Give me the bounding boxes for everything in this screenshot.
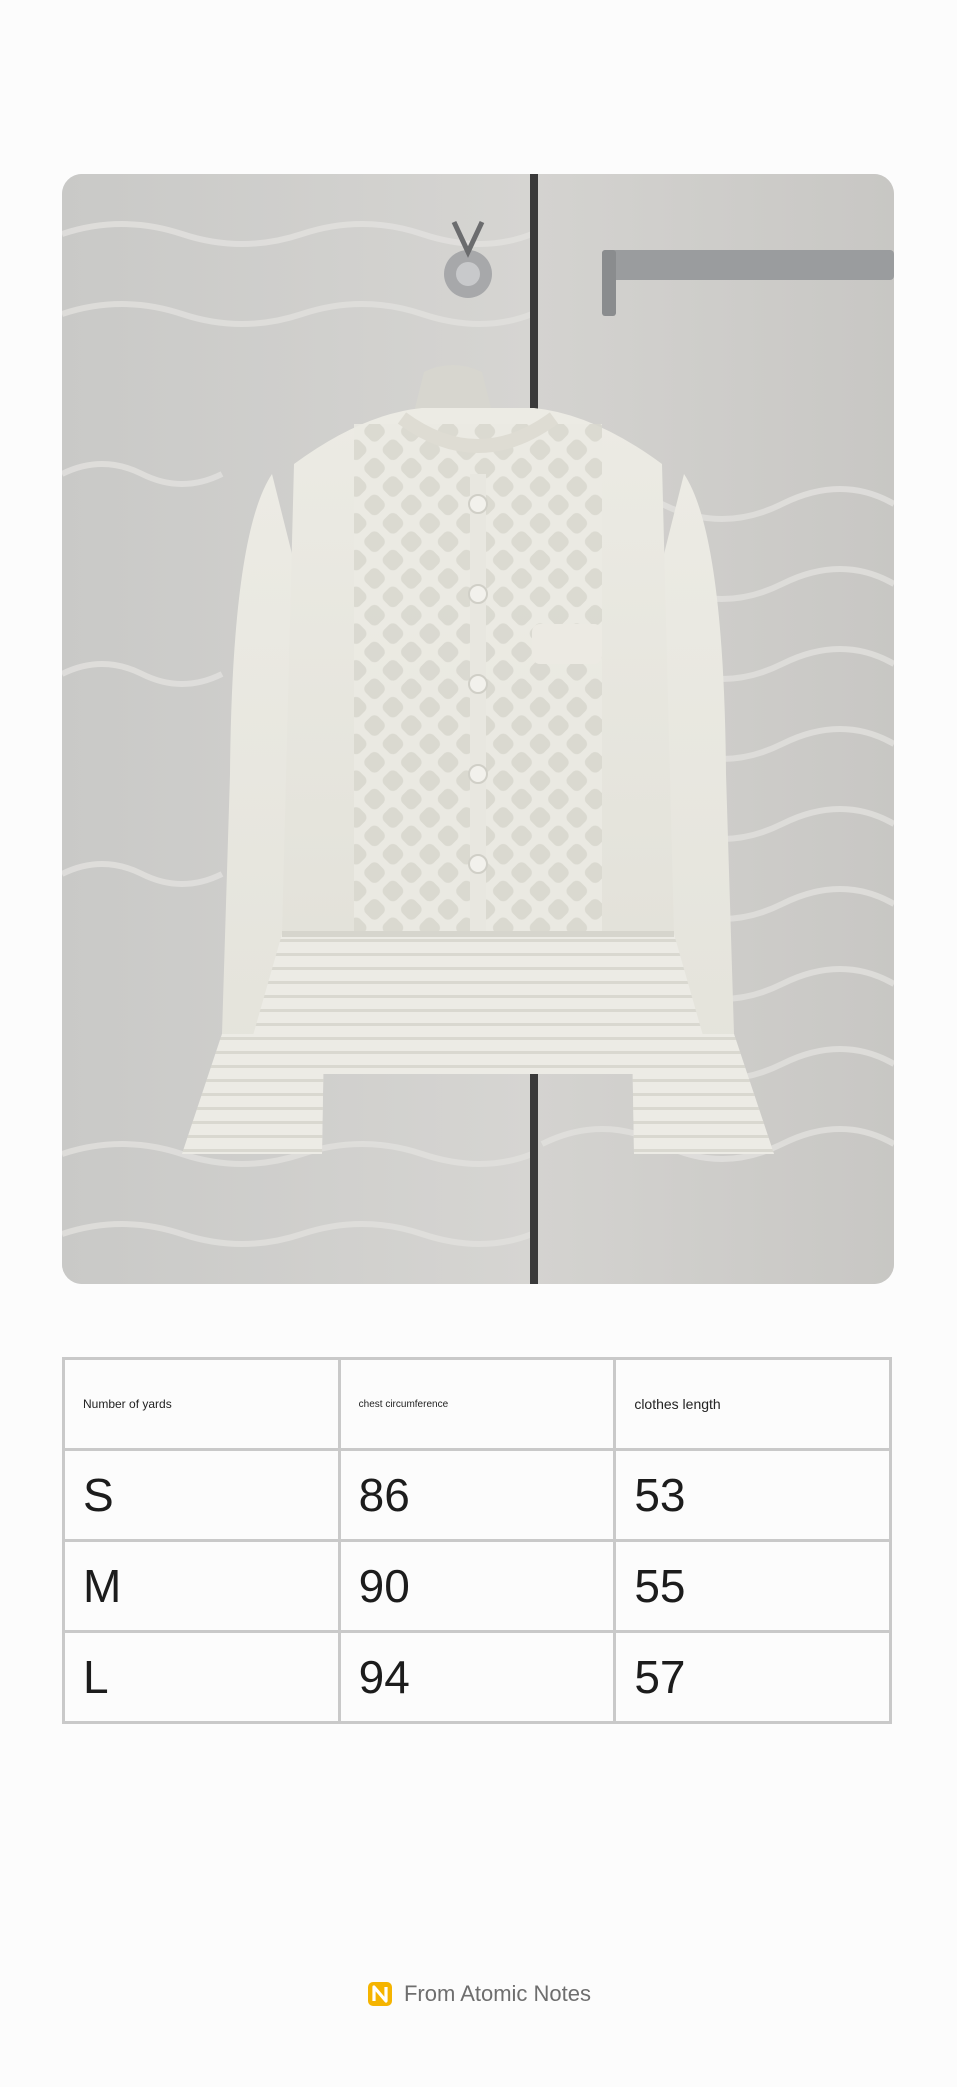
- size-cell: L: [62, 1630, 341, 1724]
- length-cell: 57: [613, 1630, 892, 1724]
- size-chart-table: Number of yards chest circumference clot…: [62, 1357, 892, 1724]
- table-header-row: Number of yards chest circumference clot…: [62, 1357, 892, 1451]
- table-row: L 94 57: [62, 1630, 892, 1724]
- header-cell-size: Number of yards: [62, 1357, 341, 1451]
- size-cell: S: [62, 1448, 341, 1542]
- length-cell: 55: [613, 1539, 892, 1633]
- chest-cell: 86: [337, 1448, 617, 1542]
- table-row: M 90 55: [62, 1539, 892, 1633]
- atomic-notes-logo-icon: [367, 1982, 392, 2006]
- header-cell-length: clothes length: [613, 1357, 892, 1451]
- header-cell-chest: chest circumference: [337, 1357, 617, 1451]
- size-cell: M: [62, 1539, 341, 1633]
- footer-text: From Atomic Notes: [403, 1981, 592, 2006]
- length-cell: 53: [613, 1448, 892, 1542]
- chest-cell: 90: [337, 1539, 617, 1633]
- product-photo: [62, 174, 894, 1284]
- table-row: S 86 53: [62, 1448, 892, 1542]
- attribution-footer[interactable]: From Atomic Notes: [0, 1980, 957, 2008]
- chest-cell: 94: [337, 1630, 617, 1724]
